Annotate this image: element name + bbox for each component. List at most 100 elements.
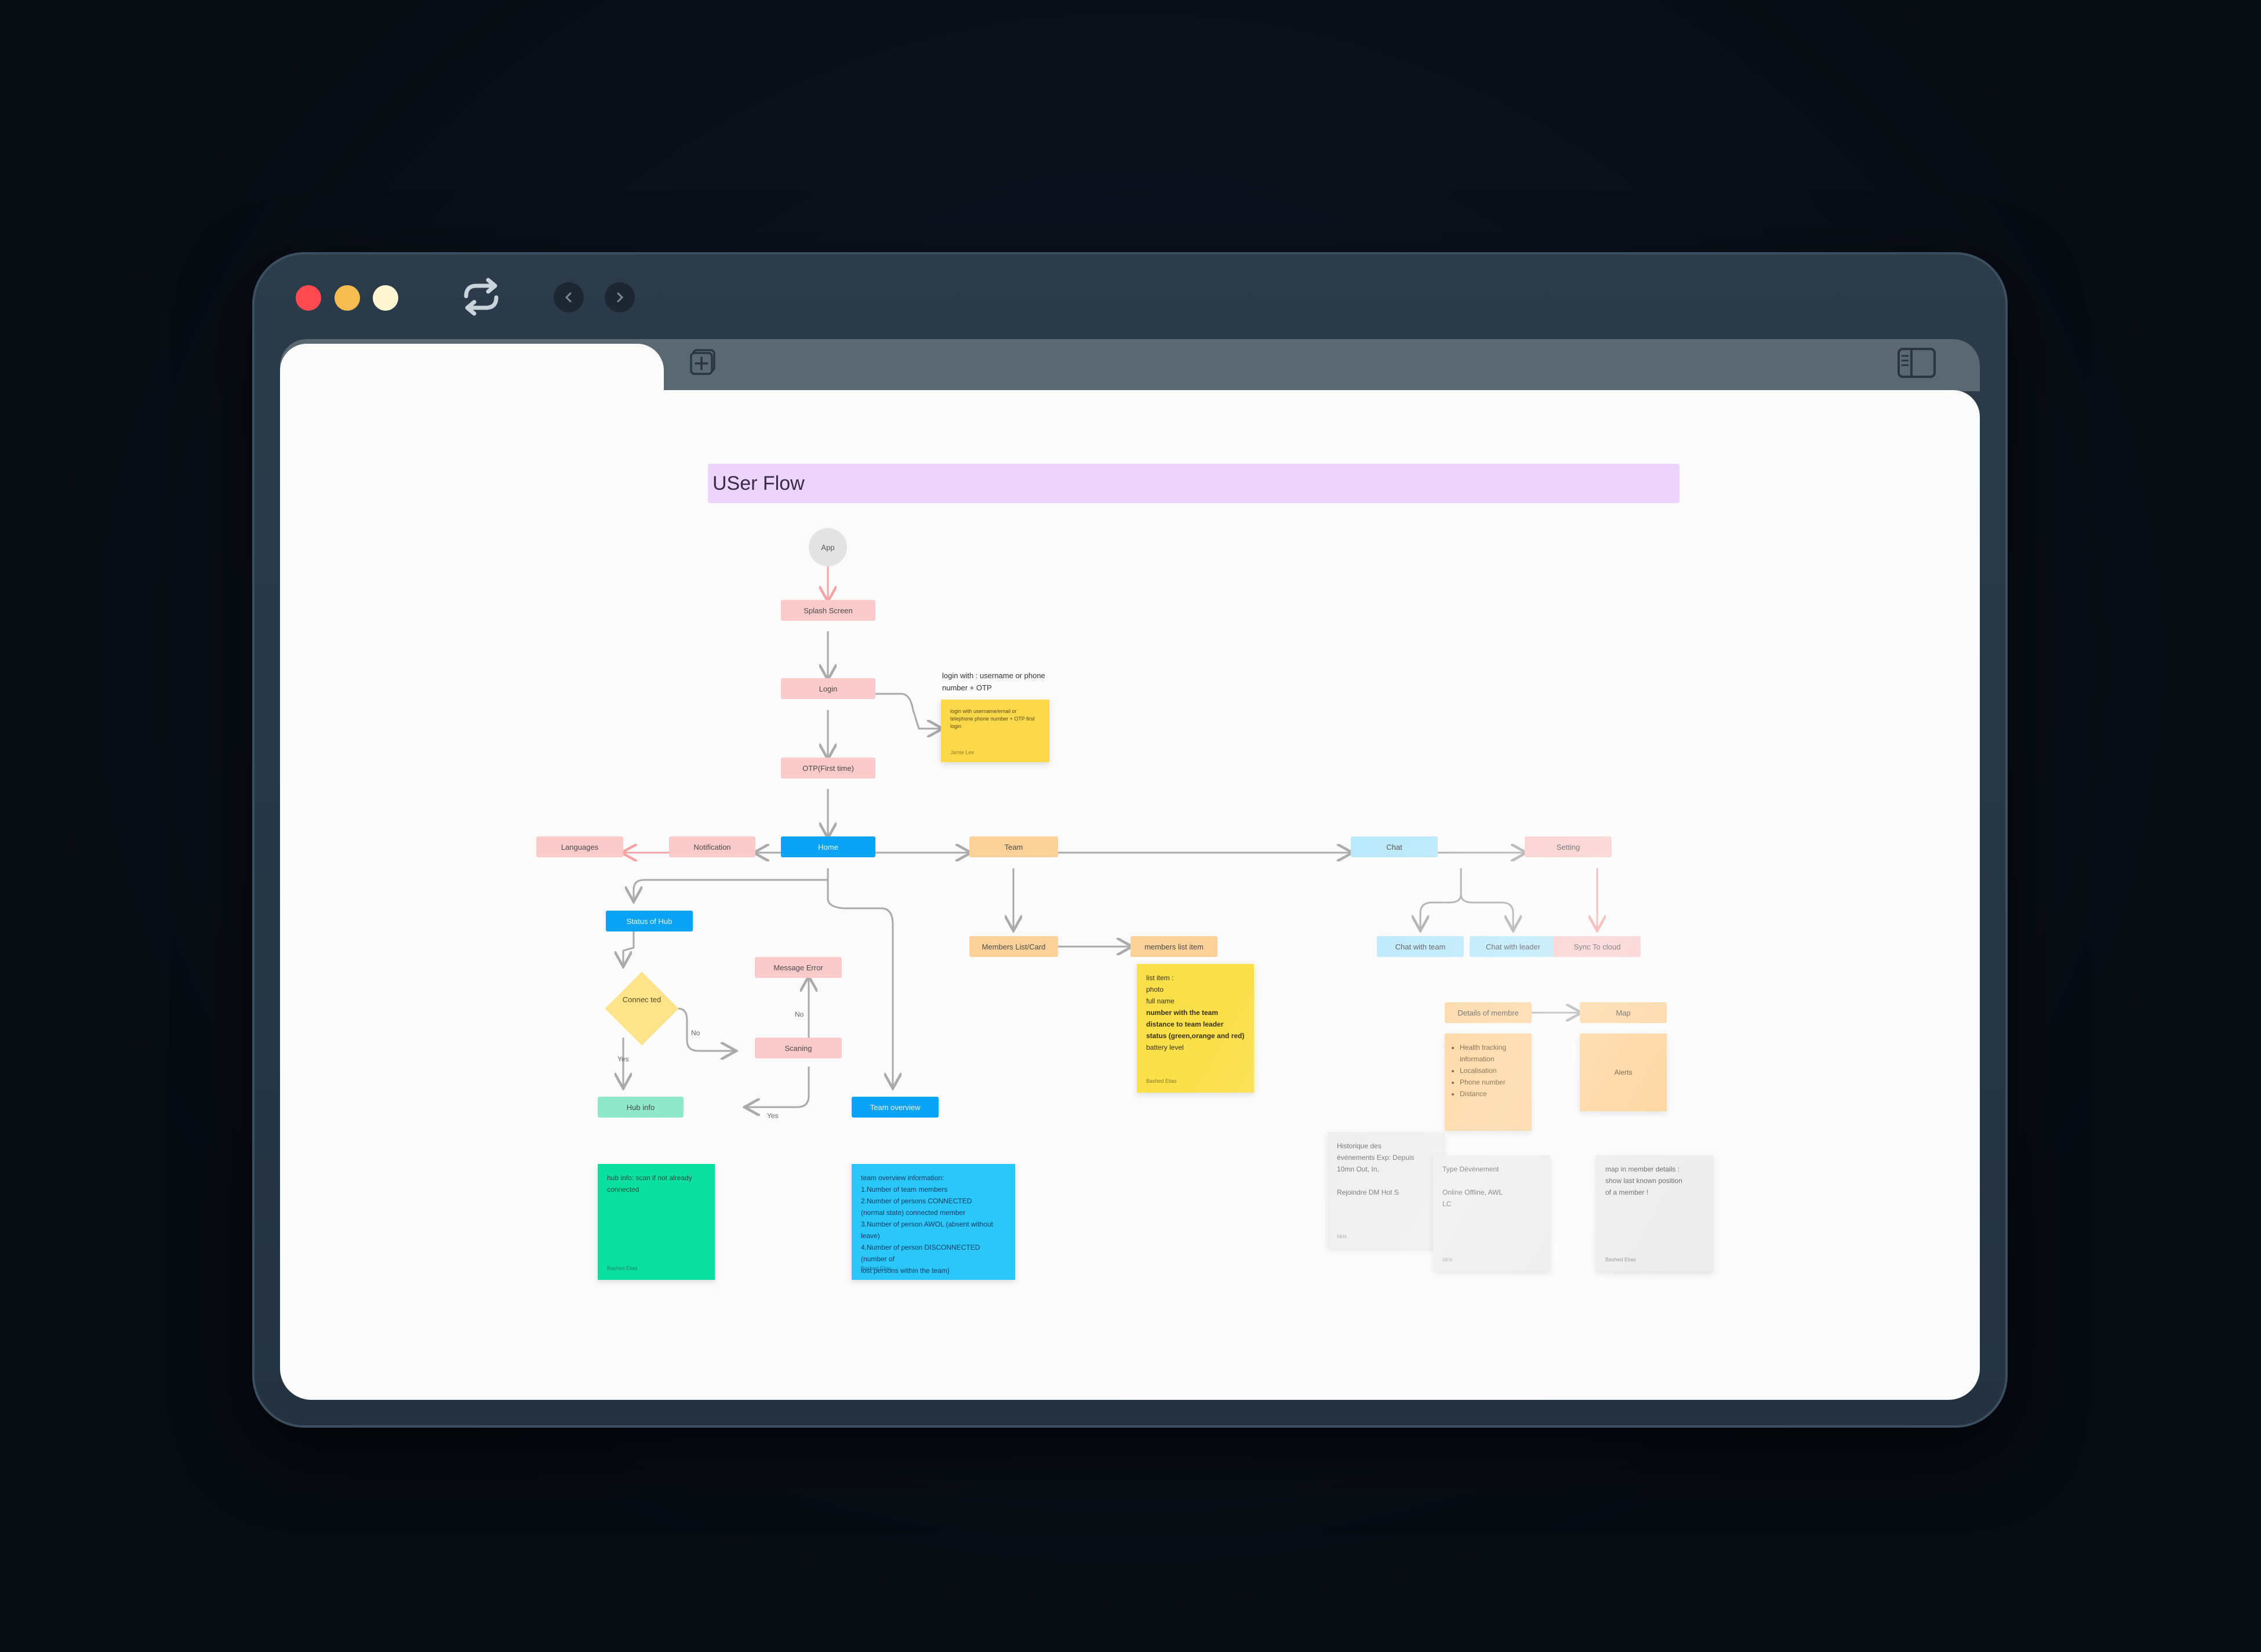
sticky-line: battery level [1146,1043,1184,1051]
sticky-line: number with the team [1146,1009,1219,1017]
edge-label-no: No [795,1010,804,1018]
sticky-details[interactable]: Health tracking information Localisation… [1445,1034,1532,1131]
sticky-line: Rejoindre DM Hot S [1337,1188,1399,1196]
sticky-line: show last known position [1605,1177,1682,1185]
details-item: Phone number [1460,1076,1522,1088]
whiteboard-canvas[interactable]: USer Flow App Splash Screen Login OTP(Fi… [280,390,1980,1400]
edge-label-yes: Yes [617,1055,629,1063]
details-item: Health tracking information [1460,1042,1522,1065]
node-splash-screen[interactable]: Splash Screen [781,600,875,621]
flow-connectors [280,566,1980,1400]
edge-chat-leader [1460,894,1513,929]
sticky-text: Alerts [1614,1068,1633,1076]
back-button[interactable] [554,282,584,312]
node-members-list-item[interactable]: members list item [1130,936,1217,957]
sticky-event-type[interactable]: Type Dévènement Online Offline, AWL LC I… [1433,1155,1550,1271]
node-sync-to-cloud[interactable]: Sync To cloud [1554,936,1641,957]
node-chat-with-team[interactable]: Chat with team [1377,936,1464,957]
sticky-line: 4.Number of person DISCONNECTED (number … [861,1243,980,1263]
node-status-of-hub[interactable]: Status of Hub [606,911,693,931]
node-team-overview[interactable]: Team overview [852,1097,939,1118]
edge-chat-team [1420,868,1462,929]
edge-login-note [875,693,941,729]
board-viewport[interactable]: USer Flow App Splash Screen Login OTP(Fi… [280,390,1980,1400]
sticky-author: Bashed Elias [1146,1078,1177,1084]
edge-label-yes: Yes [767,1112,779,1120]
browser-window: USer Flow App Splash Screen Login OTP(Fi… [252,252,2008,1428]
sticky-line: distance to team leader [1146,1020,1224,1028]
sticky-line: status (green,orange and red) [1146,1032,1245,1040]
sticky-member-item[interactable]: list item : photo full name number with … [1137,964,1254,1093]
node-otp[interactable]: OTP(First time) [781,758,875,778]
node-map[interactable]: Map [1580,1002,1667,1023]
annotation-login[interactable]: login with : username or phone number + … [942,669,1046,694]
new-tab-button[interactable] [689,348,718,377]
sticky-line [1337,1175,1435,1187]
sticky-line: full name [1146,997,1175,1005]
decision-label: Connec ted [622,995,661,1004]
sticky-line: 3.Number of person AWOL (absent without … [861,1220,993,1240]
reload-icon[interactable] [458,276,504,317]
close-button[interactable] [296,285,321,311]
node-team[interactable]: Team [969,836,1058,857]
sticky-hub-info[interactable]: hub info: scan if not already connected … [598,1164,715,1280]
node-hub-info[interactable]: Hub info [598,1097,684,1118]
sticky-history[interactable]: Historique des événements Exp: Depuis 10… [1328,1132,1445,1248]
sticky-author: Bashed Elias [861,1265,892,1271]
sticky-login-note[interactable]: login with username/email or telephone p… [941,700,1049,762]
sticky-line: 2.Number of persons CONNECTED [861,1197,972,1205]
node-languages[interactable]: Languages [536,836,623,857]
board-title[interactable]: USer Flow [708,464,1680,503]
edge-diamond-scanning [667,1007,735,1051]
minimize-button[interactable] [335,285,360,311]
maximize-button[interactable] [373,285,398,311]
sticky-team-overview[interactable]: team overview information: 1.Number of t… [852,1164,1015,1280]
node-scanning[interactable]: Scaning [755,1038,842,1058]
sticky-line: team overview information: [861,1174,944,1182]
sticky-line: Historique des [1337,1142,1382,1150]
node-login[interactable]: Login [781,678,875,699]
sticky-map-details[interactable]: map in member details : show last known … [1596,1155,1713,1271]
sticky-author: Bashed Elias [1605,1257,1636,1262]
sticky-author: Bashed Elias [607,1265,638,1271]
sticky-line: 1.Number of team members [861,1185,948,1193]
sticky-text: hub info: scan if not already connected [607,1174,692,1193]
sticky-line: Type Dévènement [1442,1165,1499,1173]
edge-status-diamond [623,931,635,965]
sidebar-icon [1898,348,1936,378]
sticky-author: Jamie Lee [950,749,975,755]
sticky-line: Online Offline, AWL [1442,1188,1503,1196]
node-message-error[interactable]: Message Error [755,957,842,978]
sticky-line: (normal state) connected member [861,1209,966,1217]
sticky-line: of a member ! [1605,1188,1649,1196]
node-notification[interactable]: Notification [669,836,755,857]
sidebar-toggle-button[interactable] [1896,347,1937,379]
node-chat[interactable]: Chat [1351,836,1438,857]
sticky-line: 10mn Out, In, [1337,1165,1379,1173]
sticky-line: photo [1146,985,1164,994]
sticky-alerts[interactable]: Alerts [1580,1034,1667,1111]
sticky-author: Idris [1337,1233,1347,1239]
forward-button[interactable] [605,282,635,312]
details-item: Distance [1460,1088,1522,1100]
node-members-list[interactable]: Members List/Card [969,936,1058,957]
sticky-author: Idris [1442,1257,1453,1262]
node-app[interactable]: App [809,528,847,566]
sticky-line [1442,1175,1541,1187]
sticky-line: événements Exp: Depuis [1337,1154,1415,1162]
node-chat-with-leader[interactable]: Chat with leader [1470,936,1557,957]
node-home[interactable]: Home [781,836,875,857]
edge-scanning-hub [746,1067,810,1107]
sticky-text: login with username/email or telephone p… [950,708,1035,729]
details-list: Health tracking information Localisation… [1451,1042,1522,1100]
node-setting[interactable]: Setting [1525,836,1612,857]
details-item: Localisation [1460,1065,1522,1076]
sticky-line: list item : [1146,974,1174,982]
node-details-of-member[interactable]: Details of membre [1445,1002,1532,1023]
chevron-left-icon [565,292,572,303]
sticky-line: map in member details : [1605,1165,1680,1173]
chevron-right-icon [617,292,624,303]
edge-home-status [634,868,829,900]
edge-label-no: No [691,1029,700,1037]
sticky-line: LC [1442,1200,1452,1208]
